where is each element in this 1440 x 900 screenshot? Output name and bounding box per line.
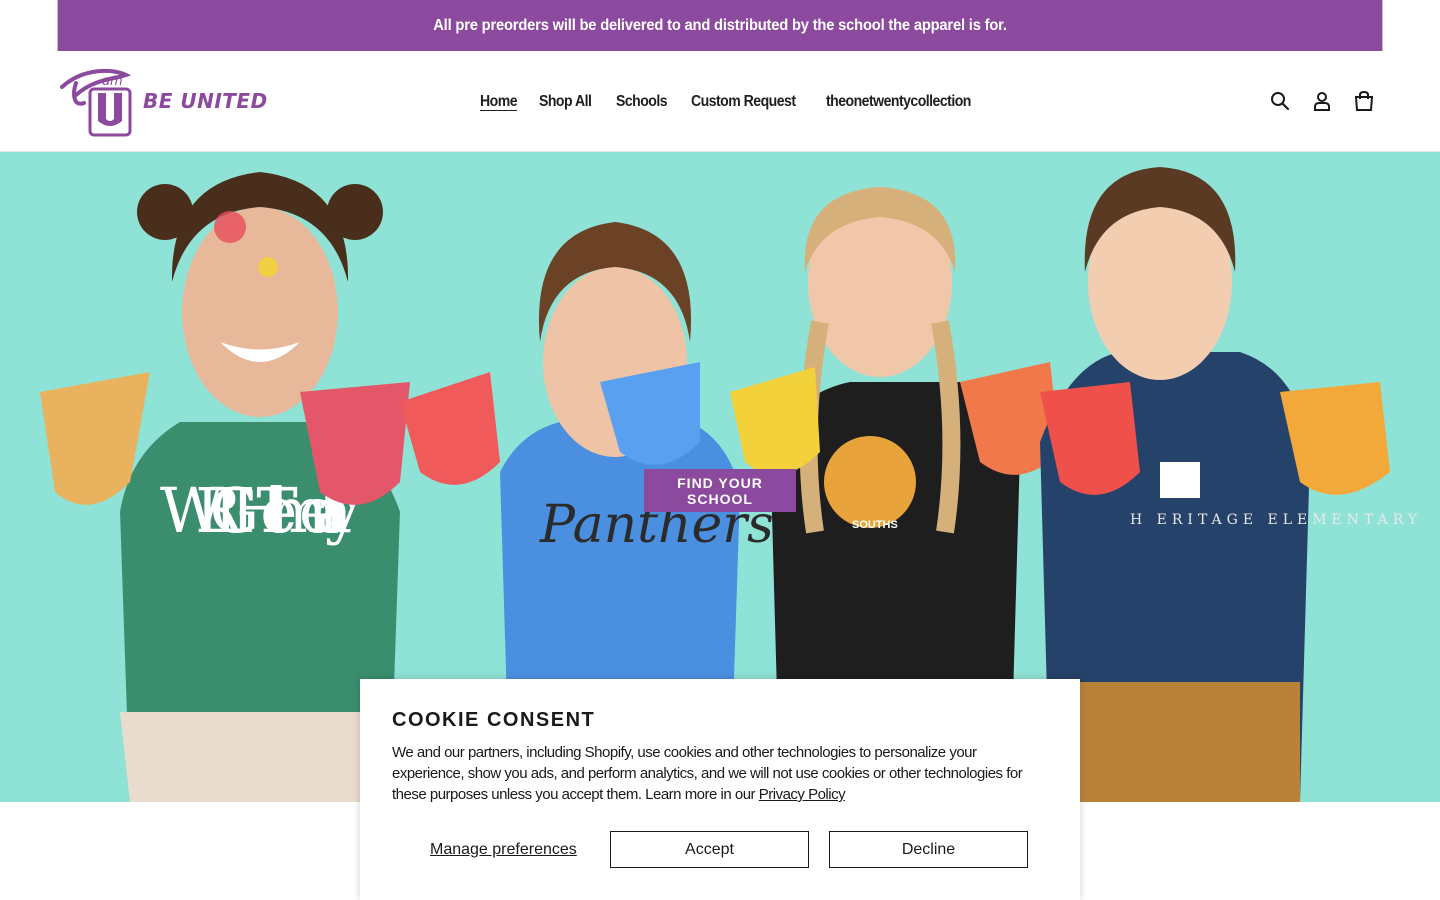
shirt-text-heritage: H ERITAGE ELEMENTARY — [1130, 512, 1422, 528]
cookie-body: We and our partners, including Shopify, … — [392, 742, 1048, 805]
nav-custom-request[interactable]: Custom Request — [691, 93, 796, 111]
decline-button[interactable]: Decline — [829, 831, 1028, 868]
cookie-body-text: We and our partners, including Shopify, … — [392, 744, 1023, 803]
accept-button[interactable]: Accept — [610, 831, 809, 868]
nav-schools[interactable]: Schools — [616, 93, 668, 111]
header-icons — [1268, 89, 1376, 113]
privacy-policy-link[interactable]: Privacy Policy — [759, 786, 846, 803]
cookie-title: COOKIE CONSENT — [392, 709, 596, 731]
announcement-bar: All pre preorders will be delivered to a… — [57, 0, 1383, 51]
shirt-text-souths: SOUTHS — [852, 519, 898, 531]
main-nav: Home Shop All Schools Custom Request the… — [480, 89, 985, 115]
site-header: am BE UNITED Home Shop All Schools Custo… — [0, 51, 1440, 152]
find-your-school-button[interactable]: FIND YOUR SCHOOL — [644, 469, 796, 512]
nav-home[interactable]: Home — [480, 93, 518, 111]
svg-text:am: am — [102, 74, 123, 89]
announcement-text: All pre preorders will be delivered to a… — [433, 16, 1007, 34]
manage-preferences-button[interactable]: Manage preferences — [430, 831, 610, 868]
account-icon[interactable] — [1310, 89, 1334, 113]
nav-shop-all[interactable]: Shop All — [539, 93, 592, 111]
brand-tagline: BE UNITED — [143, 89, 268, 113]
cookie-actions: Manage preferences Accept Decline — [392, 831, 1048, 868]
cookie-consent-dialog: COOKIE CONSENT We and our partners, incl… — [360, 679, 1080, 900]
search-icon[interactable] — [1268, 89, 1292, 113]
cart-icon[interactable] — [1352, 89, 1376, 113]
nav-theonetwentycollection[interactable]: theonetwentycollection — [826, 93, 971, 111]
